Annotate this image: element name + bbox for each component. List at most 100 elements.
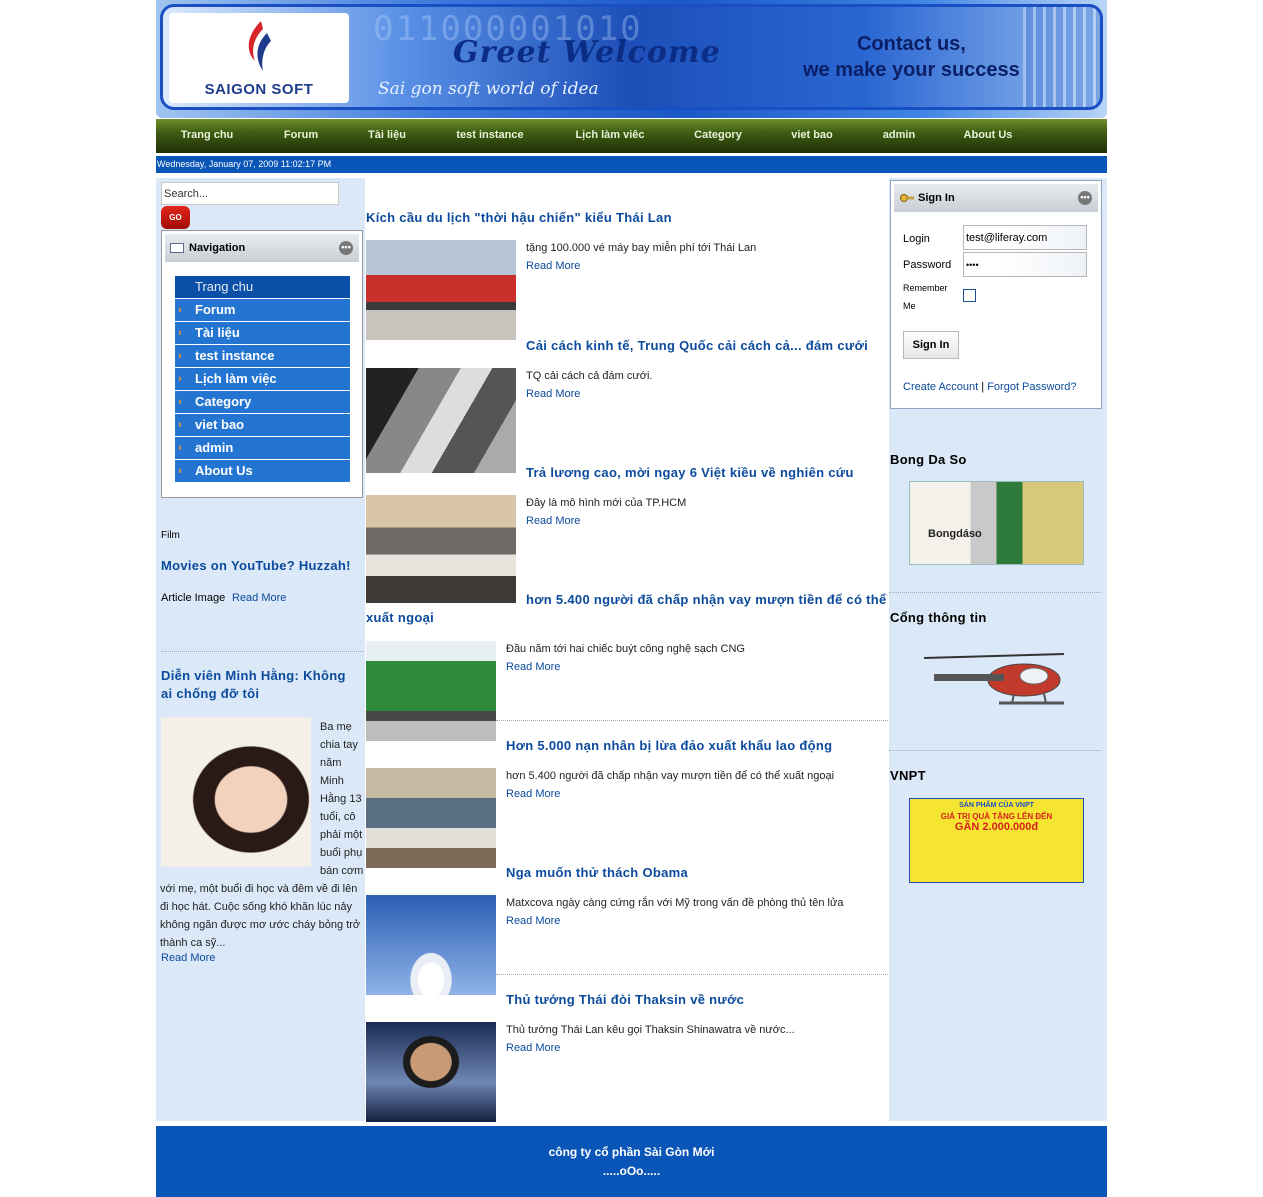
article-title[interactable]: Kích cầu du lịch "thời hậu chiến" kiểu T… [366, 209, 888, 227]
article-read-more-link[interactable]: Read More [526, 388, 580, 400]
article-summary: Thủ tướng Thái Lan kêu gọi Thaksin Shina… [506, 1024, 795, 1036]
topnav-lich-lam-viec[interactable]: Lịch làm viêc [550, 119, 670, 153]
topnav-about-us[interactable]: About Us [940, 119, 1036, 153]
right-column: Sign In ••• Login Password Remember Me S… [889, 178, 1107, 1121]
footer-company: công ty cổ phần Sài Gòn Mới [548, 1145, 715, 1159]
logo-text: SAIGON SOFT [204, 81, 314, 98]
sign-in-portlet-header: Sign In ••• [894, 184, 1098, 212]
article-read-more-link[interactable]: Read More [506, 915, 560, 927]
page: 011000001010 SAIGON SOFT Greet Welcome S… [156, 0, 1107, 1197]
actress-summary-side: Ba mẹ chia tay năm Minh Hằng 13 tuổi, cô… [320, 721, 364, 877]
topnav-forum[interactable]: Forum [258, 119, 344, 153]
topnav-tai-lieu[interactable]: Tài liệu [344, 119, 430, 153]
banner-frame: 011000001010 SAIGON SOFT Greet Welcome S… [160, 4, 1103, 110]
create-account-link[interactable]: Create Account [903, 381, 978, 393]
article-summary: tặng 100.000 vé máy bay miễn phí tới Thá… [526, 242, 757, 254]
footer: công ty cổ phần Sài Gòn Mới .....oOo....… [156, 1126, 1107, 1197]
banner-slogan: Contact us, we make your success [803, 31, 1020, 83]
article-read-more-link[interactable]: Read More [506, 661, 560, 673]
banner-tagline: Sai gon soft world of idea [378, 79, 599, 99]
article-summary: hơn 5.400 người đã chấp nhận vay mượn ti… [506, 770, 835, 782]
article-read-more-link[interactable]: Read More [506, 1042, 560, 1054]
nav-item-admin[interactable]: › admin [175, 437, 350, 459]
article-summary: Đầu năm tới hai chiếc buýt công nghệ sạc… [506, 643, 745, 655]
article-6: Nga muốn thử thách Obama Matxcova ngày c… [366, 864, 888, 995]
article-image[interactable] [366, 895, 496, 995]
article-title[interactable]: Cải cách kinh tế, Trung Quốc cải cách cả… [366, 337, 888, 355]
article-image[interactable] [366, 240, 516, 340]
vnpt-heading: VNPT [890, 768, 926, 783]
divider [889, 592, 1101, 593]
main-content: Kích cầu du lịch "thời hậu chiến" kiểu T… [366, 178, 888, 1122]
forgot-password-link[interactable]: Forgot Password? [987, 381, 1076, 393]
article-title[interactable]: Trả lương cao, mời ngay 6 Việt kiều về n… [366, 464, 888, 482]
portlet-options-icon[interactable]: ••• [1078, 191, 1092, 205]
nav-item-test-instance[interactable]: › test instance [175, 345, 350, 367]
topnav-category[interactable]: Category [670, 119, 766, 153]
article-image[interactable] [366, 768, 496, 868]
bongdaso-banner[interactable]: Bongdáso [909, 481, 1084, 565]
article-1: Kích cầu du lịch "thời hậu chiến" kiểu T… [366, 209, 888, 340]
navigation-list: Trang chu › Forum › Tài liệu › test instanc… [175, 276, 350, 483]
article-title[interactable]: Thủ tướng Thái đòi Thaksin về nước [366, 991, 888, 1009]
actress-read-more-link[interactable]: Read More [161, 952, 215, 964]
slogan-line-2: we make your success [803, 59, 1020, 81]
topnav-test-instance[interactable]: test instance [430, 119, 550, 153]
article-summary: TQ cải cách cả đám cưới. [526, 370, 653, 382]
vnpt-banner[interactable]: SẢN PHẨM CỦA VNPT GIÁ TRỊ QUÀ TẶNG LÊN Đ… [909, 798, 1084, 883]
arrow-right-icon: › [178, 442, 182, 454]
remember-me-label: Remember Me [903, 283, 948, 311]
article-image[interactable] [366, 368, 516, 473]
helicopter-image[interactable] [914, 648, 1084, 718]
film-article-title[interactable]: Movies on YouTube? Huzzah! [161, 558, 351, 573]
nav-item-lich-lam-viec[interactable]: › Lịch làm việc [175, 368, 350, 390]
article-read-more-link[interactable]: Read More [526, 260, 580, 272]
link-separator: | [981, 381, 985, 393]
article-image[interactable] [366, 641, 496, 741]
divider [889, 750, 1101, 751]
search-go-button[interactable]: GO [161, 206, 190, 229]
article-title[interactable]: Hơn 5.000 nạn nhân bị lừa đảo xuất khẩu … [366, 737, 888, 755]
banner-building-graphic [1023, 7, 1100, 107]
nav-item-label: Lịch làm việc [195, 371, 277, 386]
key-icon [900, 194, 914, 202]
topnav-trang-chu[interactable]: Trang chu [156, 119, 258, 153]
article-image[interactable] [366, 1022, 496, 1122]
nav-item-trang-chu[interactable]: Trang chu [175, 276, 350, 298]
password-input[interactable] [963, 252, 1087, 277]
nav-item-viet-bao[interactable]: › viet bao [175, 414, 350, 436]
logo[interactable]: SAIGON SOFT [169, 13, 349, 103]
topnav-admin[interactable]: admin [858, 119, 940, 153]
article-2: Cải cách kinh tế, Trung Quốc cải cách cả… [366, 337, 888, 473]
article-image[interactable] [366, 495, 516, 603]
vnpt-ad-line-1: SẢN PHẨM CỦA VNPT [959, 802, 1034, 809]
sign-in-button[interactable]: Sign In [903, 331, 959, 359]
nav-item-tai-lieu[interactable]: › Tài liệu [175, 322, 350, 344]
left-column: GO Navigation ••• Trang chu › Forum › Tài … [156, 178, 365, 1121]
banner-welcome: Greet Welcome [453, 35, 721, 70]
topnav-viet-bao[interactable]: viet bao [766, 119, 858, 153]
article-title[interactable]: hơn 5.400 người đã chấp nhận vay mượn ti… [366, 591, 888, 627]
portlet-options-icon[interactable]: ••• [339, 241, 353, 255]
remember-me-checkbox[interactable] [963, 289, 976, 302]
actress-photo[interactable] [161, 717, 311, 867]
date-bar: Wednesday, January 07, 2009 11:02:17 PM [156, 156, 1107, 173]
film-article-caption: Article Image [161, 592, 226, 604]
article-title[interactable]: Nga muốn thử thách Obama [366, 864, 888, 882]
login-input[interactable] [963, 225, 1087, 250]
nav-item-forum[interactable]: › Forum [175, 299, 350, 321]
actress-article-title[interactable]: Diễn viên Minh Hằng: Không ai chống đỡ t… [161, 667, 361, 703]
window-icon [170, 243, 184, 253]
film-read-more-link[interactable]: Read More [232, 592, 286, 604]
nav-item-label: viet bao [195, 417, 245, 432]
article-read-more-link[interactable]: Read More [526, 515, 580, 527]
search-input[interactable] [161, 182, 339, 205]
article-read-more-link[interactable]: Read More [506, 788, 560, 800]
arrow-right-icon: › [178, 465, 182, 477]
article-summary: Đây là mô hình mới của TP.HCM [526, 497, 687, 509]
nav-item-category[interactable]: › Category [175, 391, 350, 413]
divider [496, 974, 888, 975]
nav-item-about-us[interactable]: › About Us [175, 460, 350, 482]
article-summary: Matxcova ngày càng cứng rắn với Mỹ trong… [506, 897, 844, 909]
nav-item-label: About Us [195, 463, 253, 478]
